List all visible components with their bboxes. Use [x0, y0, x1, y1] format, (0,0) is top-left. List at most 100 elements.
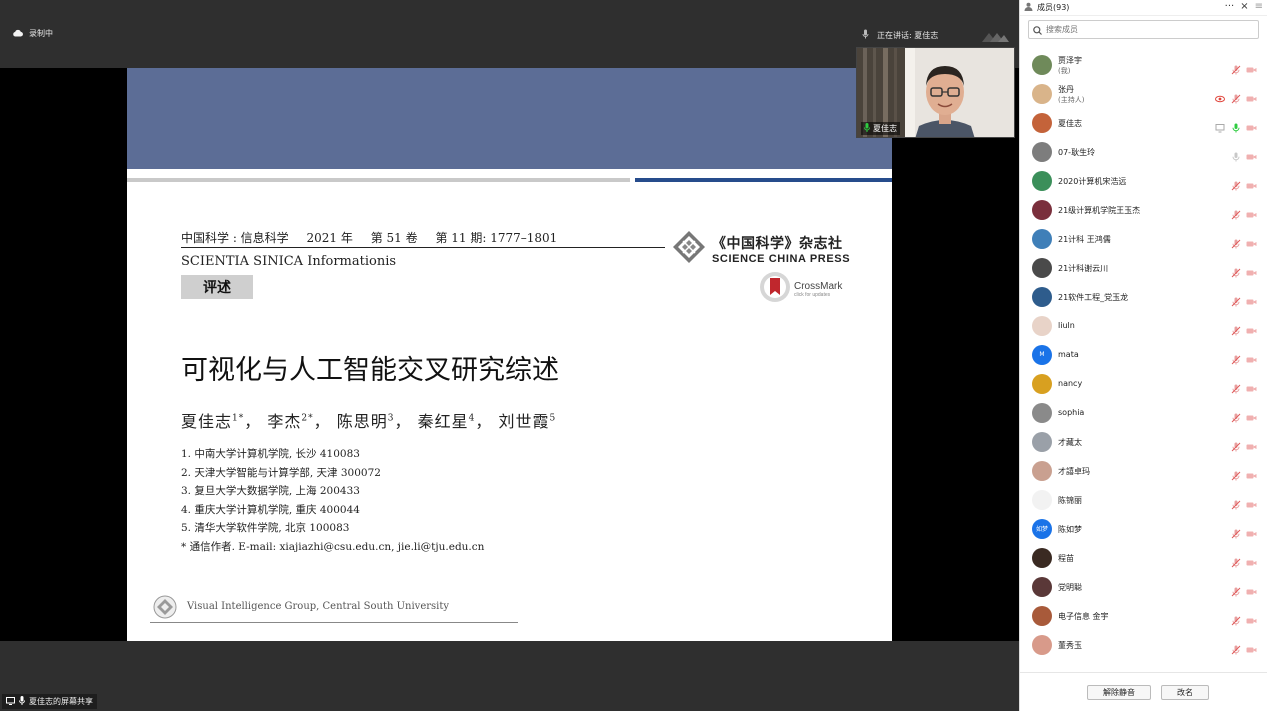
- mic-muted-icon[interactable]: [1231, 582, 1241, 597]
- camera-off-icon[interactable]: [1246, 234, 1257, 247]
- member-row[interactable]: 21级计算机学院王玉杰: [1020, 195, 1267, 224]
- slide-footer: Visual Intelligence Group, Central South…: [187, 601, 450, 612]
- avatar: [1032, 547, 1052, 568]
- members-panel: 成员(93) ··· × ≡ 贾泽宇 (我) 张丹 (主持人) 夏佳志 07-耿生玲 202…: [1019, 0, 1267, 711]
- video-name: 夏佳志: [873, 124, 897, 133]
- mic-muted-icon[interactable]: [1231, 292, 1241, 307]
- member-row[interactable]: 党明聪: [1020, 572, 1267, 601]
- footer-rule: [150, 622, 518, 623]
- close-panel-icon[interactable]: ×: [1240, 1, 1248, 12]
- avatar: [1032, 228, 1052, 249]
- member-row[interactable]: 2020计算机宋浩远: [1020, 166, 1267, 195]
- mic-muted-icon[interactable]: [1231, 234, 1241, 249]
- panel-menu-icon[interactable]: ≡: [1255, 1, 1263, 12]
- mic-muted-icon[interactable]: [1231, 321, 1241, 336]
- member-row[interactable]: 董秀玉: [1020, 630, 1267, 659]
- mic-on-icon: [864, 123, 870, 134]
- mic-muted-icon[interactable]: [1231, 89, 1241, 104]
- avatar: M: [1032, 344, 1052, 365]
- camera-off-icon[interactable]: [1246, 408, 1257, 421]
- mic-muted-icon[interactable]: [1231, 176, 1241, 191]
- camera-off-icon[interactable]: [1246, 147, 1257, 160]
- slide-divider-gray: [127, 178, 630, 182]
- member-row[interactable]: 才譆卓玛: [1020, 456, 1267, 485]
- mic-muted-icon[interactable]: [1231, 640, 1241, 655]
- camera-off-icon[interactable]: [1246, 553, 1257, 566]
- member-row[interactable]: 21计科 王鸿儒: [1020, 224, 1267, 253]
- member-row[interactable]: 如梦 陈如梦: [1020, 514, 1267, 543]
- camera-off-icon[interactable]: [1246, 263, 1257, 276]
- publisher-name-en: SCIENCE CHINA PRESS: [712, 253, 851, 265]
- author: 李杰2*，: [267, 412, 331, 431]
- mic-muted-icon[interactable]: [1231, 495, 1241, 510]
- member-name: 党明聪: [1058, 583, 1082, 592]
- member-row[interactable]: sophia: [1020, 398, 1267, 427]
- speaker-video[interactable]: 夏佳志: [856, 47, 1015, 138]
- member-search[interactable]: [1028, 20, 1259, 39]
- network-signal-icon: [980, 28, 1010, 47]
- camera-off-icon[interactable]: [1246, 205, 1257, 218]
- member-role: (主持人): [1058, 96, 1085, 104]
- rename-button[interactable]: 改名: [1161, 685, 1209, 700]
- author: 刘世霞5: [498, 412, 557, 431]
- avatar: [1032, 112, 1052, 133]
- avatar: [1032, 54, 1052, 75]
- camera-off-icon[interactable]: [1246, 524, 1257, 537]
- bottom-bar: [0, 641, 1019, 711]
- member-row[interactable]: 21软件工程_党玉龙: [1020, 282, 1267, 311]
- mic-muted-icon[interactable]: [1231, 205, 1241, 220]
- publisher-logo: 《中国科学》杂志社 SCIENCE CHINA PRESS: [672, 230, 850, 268]
- screen-share-label: 夏佳志的屏幕共享: [2, 694, 97, 709]
- mic-muted-icon[interactable]: [1231, 553, 1241, 568]
- camera-off-icon[interactable]: [1246, 437, 1257, 450]
- avatar: [1032, 141, 1052, 162]
- member-row[interactable]: 程苗: [1020, 543, 1267, 572]
- camera-off-icon[interactable]: [1246, 176, 1257, 189]
- mic-muted-icon[interactable]: [1231, 524, 1241, 539]
- member-row[interactable]: 张丹 (主持人): [1020, 79, 1267, 108]
- camera-off-icon[interactable]: [1246, 60, 1257, 73]
- mic-muted-icon[interactable]: [1231, 611, 1241, 626]
- member-row[interactable]: 陈锦丽: [1020, 485, 1267, 514]
- mic-muted-icon[interactable]: [1231, 263, 1241, 278]
- mic-icon[interactable]: [1231, 147, 1241, 162]
- camera-off-icon[interactable]: [1246, 350, 1257, 363]
- mic-muted-icon[interactable]: [1231, 60, 1241, 75]
- recording-indicator[interactable]: 录制中: [12, 28, 53, 39]
- member-row[interactable]: 贾泽宇 (我): [1020, 50, 1267, 79]
- mic-muted-icon[interactable]: [1231, 350, 1241, 365]
- camera-off-icon[interactable]: [1246, 640, 1257, 653]
- more-options-icon[interactable]: ···: [1225, 1, 1235, 12]
- avatar: [1032, 605, 1052, 626]
- member-row[interactable]: 21计科谢云川: [1020, 253, 1267, 282]
- member-row[interactable]: 07-耿生玲: [1020, 137, 1267, 166]
- camera-off-icon[interactable]: [1246, 611, 1257, 624]
- crossmark-label: CrossMark: [794, 280, 843, 292]
- author: 秦红星4，: [417, 412, 493, 431]
- camera-off-icon[interactable]: [1246, 379, 1257, 392]
- member-row[interactable]: nancy: [1020, 369, 1267, 398]
- crossmark-badge[interactable]: CrossMark click for updates: [759, 271, 842, 307]
- unmute-all-button[interactable]: 解除静音: [1087, 685, 1151, 700]
- mic-muted-icon[interactable]: [1231, 466, 1241, 481]
- camera-off-icon[interactable]: [1246, 466, 1257, 479]
- slide-divider-blue: [635, 178, 892, 182]
- camera-off-icon[interactable]: [1246, 495, 1257, 508]
- member-row[interactable]: 电子信息 金宇: [1020, 601, 1267, 630]
- paper-title: 可视化与人工智能交叉研究综述: [181, 355, 559, 386]
- avatar: [1032, 83, 1052, 104]
- mic-muted-icon[interactable]: [1231, 379, 1241, 394]
- camera-off-icon[interactable]: [1246, 89, 1257, 102]
- camera-off-icon[interactable]: [1246, 292, 1257, 305]
- mic-muted-icon[interactable]: [1231, 437, 1241, 452]
- camera-off-icon[interactable]: [1246, 321, 1257, 334]
- member-row[interactable]: liuln: [1020, 311, 1267, 340]
- mic-muted-icon[interactable]: [1231, 408, 1241, 423]
- camera-off-icon[interactable]: [1246, 582, 1257, 595]
- member-row[interactable]: 夏佳志: [1020, 108, 1267, 137]
- member-row[interactable]: 才藏太: [1020, 427, 1267, 456]
- camera-off-icon[interactable]: [1246, 118, 1257, 131]
- search-input[interactable]: [1046, 25, 1246, 34]
- member-row[interactable]: Mmata: [1020, 340, 1267, 369]
- mic-on-icon[interactable]: [1231, 118, 1241, 133]
